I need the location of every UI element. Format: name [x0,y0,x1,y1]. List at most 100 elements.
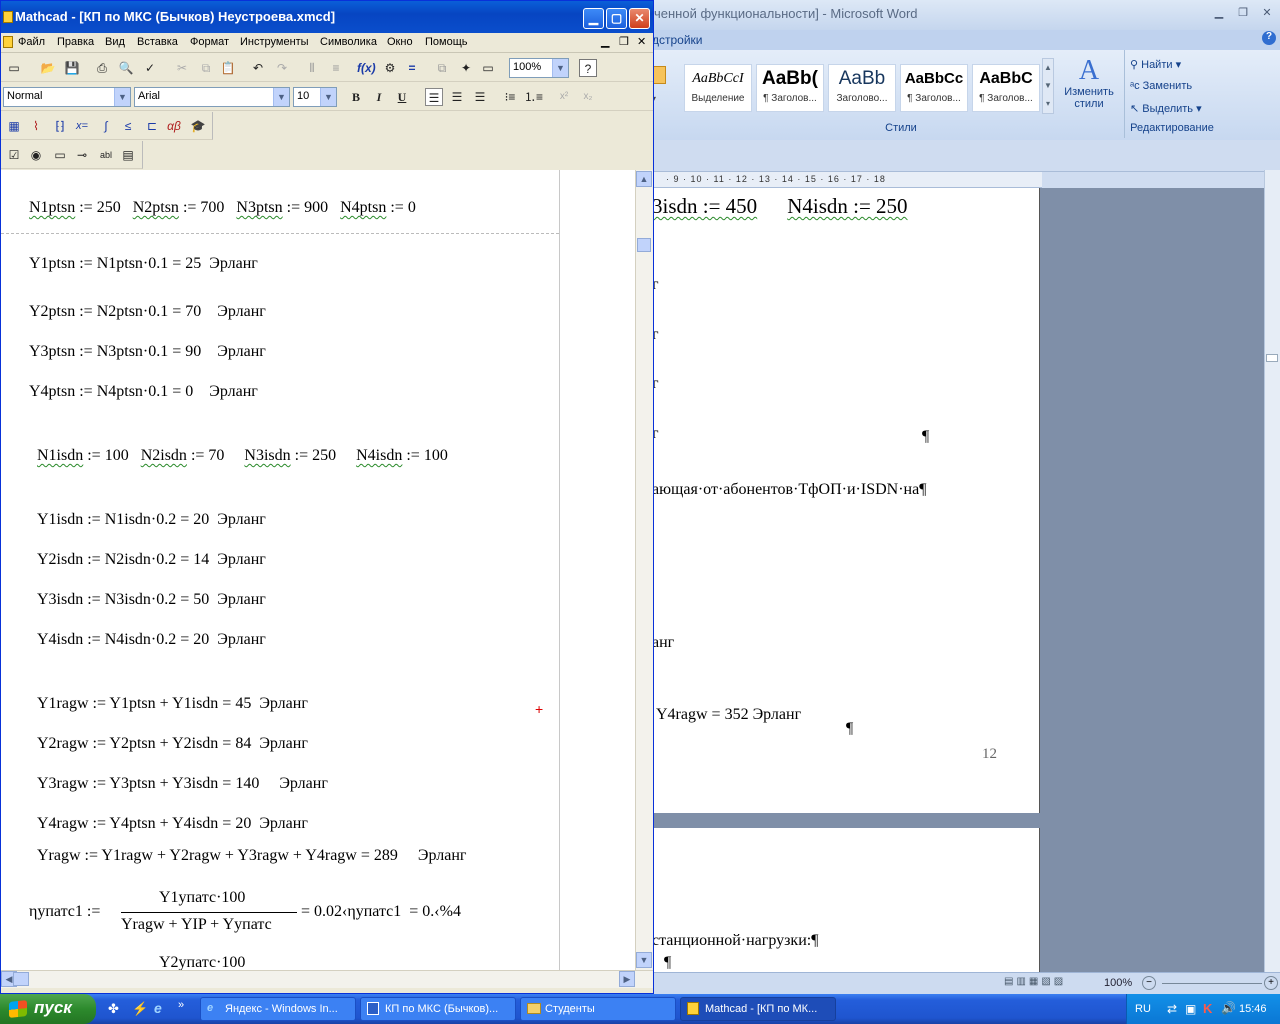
slider-control-icon[interactable]: ⊸ [73,146,91,164]
menu-tools[interactable]: Инструменты [240,36,309,48]
radio-control-icon[interactable]: ◉ [27,146,45,164]
undo-icon[interactable]: ↶ [249,59,267,77]
new-icon[interactable]: ▭ [5,59,23,77]
superscript-icon[interactable]: x² [555,88,573,106]
region-n-isdn[interactable]: N1isdn := 100 N2isdn := 70 N3isdn := 250… [37,447,448,465]
region-n-ptsn[interactable]: N1ptsn := 250 N2ptsn := 700 N3ptsn := 90… [29,199,416,217]
region-y1ragw[interactable]: Y1ragw := Y1ptsn + Y1isdn = 45 Эрланг [37,695,308,713]
task-word-doc[interactable]: КП по МКС (Бычков)... [360,997,516,1021]
horizontal-scrollbar[interactable]: ◀ ▶ [1,970,653,988]
word-vertical-scrollbar[interactable] [1264,170,1280,972]
doc-minimize-icon[interactable]: ▁ [601,35,609,48]
insert-hyperlink-icon[interactable]: ⧉ [433,59,451,77]
menu-symbolics[interactable]: Символика [320,36,377,48]
bold-icon[interactable]: B [347,88,365,106]
scroll-thumb[interactable] [1266,354,1278,362]
help-icon[interactable]: ? [579,59,597,77]
region-y4isdn[interactable]: Y4isdn := N4isdn·0.2 = 20 Эрланг [37,631,266,649]
greek-icon[interactable]: αβ [165,117,183,135]
zoom-in-icon[interactable]: + [1264,976,1278,990]
start-button[interactable]: пуск [0,994,96,1024]
align-right-icon[interactable]: ☰ [471,88,489,106]
word-maximize-button[interactable]: ❐ [1232,6,1254,22]
menu-insert[interactable]: Вставка [137,36,178,48]
open-icon[interactable]: 📂 [39,59,57,77]
chevron-down-icon[interactable]: ▼ [114,88,130,106]
select-button[interactable]: ↖ Выделить ▾ [1130,102,1202,115]
listbox-control-icon[interactable]: ▤ [119,146,137,164]
print-icon[interactable]: ⎙ [93,59,111,77]
ie-icon[interactable]: e [154,1000,162,1016]
spell-check-icon[interactable]: ✓ [141,59,159,77]
region-y1ptsn[interactable]: Y1ptsn := N1ptsn·0.1 = 25 Эрланг [29,255,258,273]
region-yragw[interactable]: Yragw := Y1ragw + Y2ragw + Y3ragw + Y4ra… [37,847,466,865]
tray-app-icon[interactable]: K [1203,1001,1212,1016]
underline-icon[interactable]: U [393,88,411,106]
zoom-level[interactable]: 100% [1104,977,1132,989]
copy-icon[interactable]: ⧉ [197,59,215,77]
minimize-button[interactable]: ▁ [583,8,604,29]
close-button[interactable]: ✕ [629,8,650,29]
print-preview-icon[interactable]: 🔍 [117,59,135,77]
styles-scroll[interactable]: ▲ ▼ ▾ [1042,58,1054,114]
style-gallery-item-5[interactable]: AaBbC ¶ Заголов... [972,64,1040,112]
clock[interactable]: 15:46 [1239,1003,1267,1015]
cut-icon[interactable]: ✂ [173,59,191,77]
zoom-out-icon[interactable]: − [1142,976,1156,990]
style-gallery-item-2[interactable]: AaBb( ¶ Заголов... [756,64,824,112]
menu-file[interactable]: Файл [18,36,45,48]
task-mathcad[interactable]: Mathcad - [КП по МК... [680,997,836,1021]
menu-view[interactable]: Вид [105,36,125,48]
paste-icon[interactable]: 📋 [219,59,237,77]
vertical-scrollbar[interactable]: ▲ ▼ [635,170,653,970]
view-buttons[interactable]: ▤▥▦▧▨ [1004,976,1094,990]
style-gallery-item-1[interactable]: AaBbCcI Выделение [684,64,752,112]
italic-icon[interactable]: I [370,88,388,106]
doc-restore-icon[interactable]: ❐ [619,35,629,48]
task-students-folder[interactable]: Студенты [520,997,676,1021]
calculator-icon[interactable]: ▦ [5,117,23,135]
quicklaunch-icon[interactable]: ✤ [108,1001,119,1017]
zoom-select[interactable]: 100% ▼ [509,58,569,78]
subscript-icon[interactable]: x₂ [579,88,597,106]
doc-close-icon[interactable]: ✕ [637,35,646,48]
region-y2ragw[interactable]: Y2ragw := Y2ptsn + Y2isdn = 84 Эрланг [37,735,308,753]
find-button[interactable]: ⚲ Найти ▾ [1130,58,1181,71]
region-y1isdn[interactable]: Y1isdn := N1isdn·0.2 = 20 Эрланг [37,511,266,529]
checkbox-control-icon[interactable]: ☑ [5,146,23,164]
style-gallery-item-4[interactable]: AaBbCc ¶ Заголов... [900,64,968,112]
button-control-icon[interactable]: ▭ [51,146,69,164]
worksheet[interactable]: N1ptsn := 250 N2ptsn := 700 N3ptsn := 90… [1,170,635,970]
bullets-icon[interactable]: ⁝≡ [501,88,519,106]
maximize-button[interactable]: ▢ [606,8,627,29]
graph-icon[interactable]: ⌇ [27,117,45,135]
matrix-icon[interactable]: ⁅⁆ [51,117,69,135]
quicklaunch-icon[interactable]: ⚡ [132,1001,148,1017]
replace-button[interactable]: ᵃc Заменить [1130,80,1192,92]
align-center-icon[interactable]: ☰ [448,88,466,106]
insert-function-icon[interactable]: f(x) [357,59,376,77]
symbolic-icon[interactable]: 🎓 [189,117,207,135]
word-ruler[interactable]: · 9 · 10 · 11 · 12 · 13 · 14 · 15 · 16 ·… [652,172,1042,188]
region-y4ragw[interactable]: Y4ragw := Y4ptsn + Y4isdn = 20 Эрланг [37,815,308,833]
language-indicator[interactable]: RU [1135,1003,1151,1015]
save-icon[interactable]: 💾 [63,59,81,77]
help-icon[interactable]: ? [1262,31,1276,45]
style-gallery-item-3[interactable]: AaBb Заголово... [828,64,896,112]
programming-icon[interactable]: ⊏ [143,117,161,135]
scroll-thumb[interactable] [13,972,29,986]
redo-icon[interactable]: ↷ [273,59,291,77]
tab-addins[interactable]: дстройки [652,33,703,47]
style-select[interactable]: Normal ▼ [3,87,131,107]
calculus-icon[interactable]: ∫ [97,117,115,135]
scroll-up-icon[interactable]: ▲ [636,171,652,187]
quicklaunch-more-icon[interactable]: » [178,999,184,1011]
chevron-down-icon[interactable]: ▼ [320,88,336,106]
zoom-slider[interactable] [1162,983,1262,984]
align-across-icon[interactable]: ⫴ [303,59,321,77]
region-y2isdn[interactable]: Y2isdn := N2isdn·0.2 = 14 Эрланг [37,551,266,569]
paste-icon[interactable] [652,66,666,84]
change-styles-button[interactable]: A Изменить стили [1060,56,1118,120]
word-minimize-button[interactable]: ▁ [1208,6,1230,22]
font-size-select[interactable]: 10 ▼ [293,87,337,107]
